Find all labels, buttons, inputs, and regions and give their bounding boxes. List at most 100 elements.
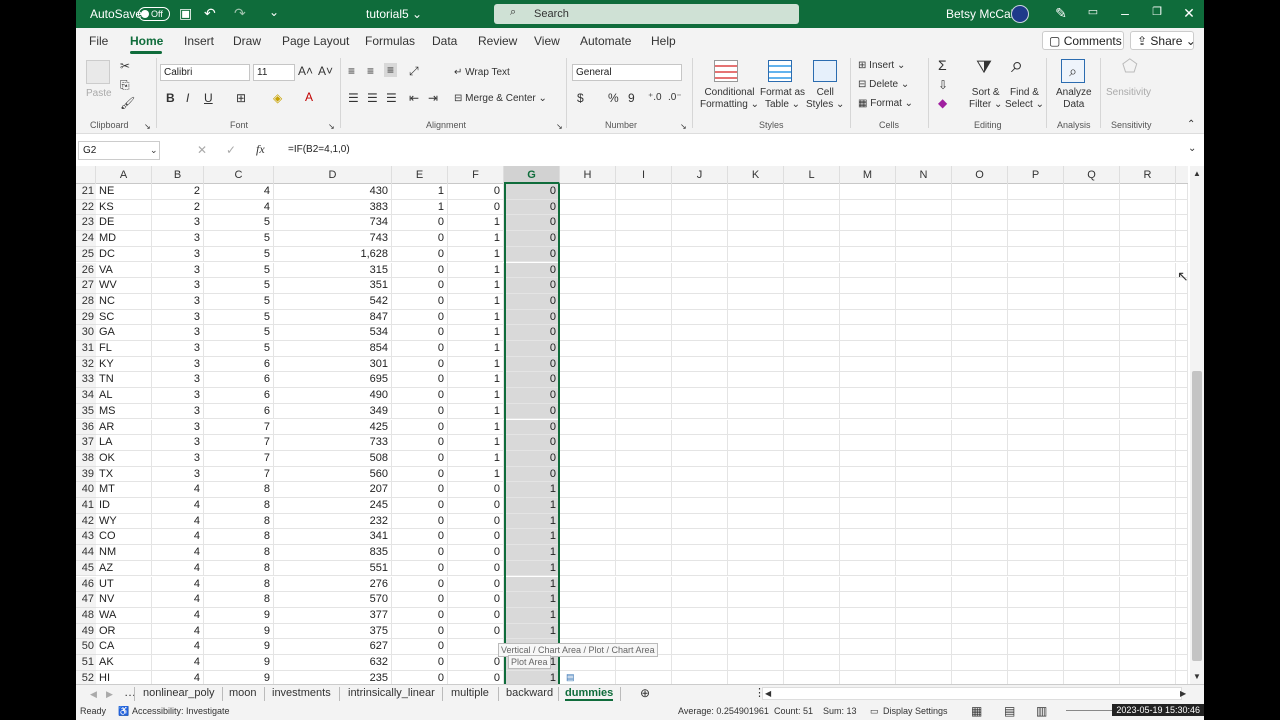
cell-b[interactable]: 4 — [152, 545, 204, 561]
cell-a[interactable]: TN — [96, 372, 152, 389]
cell-g[interactable]: 1 — [504, 513, 560, 530]
normal-view-icon[interactable]: ▦ — [971, 704, 982, 718]
cell-d[interactable]: 743 — [274, 231, 392, 247]
format-cells-button[interactable]: ▦ Format ⌄ — [858, 98, 913, 110]
cell-f[interactable]: 1 — [448, 262, 504, 279]
empty-cells[interactable] — [560, 498, 1188, 514]
cell-f[interactable]: 0 — [448, 607, 504, 624]
delete-cells-button[interactable]: ⊟ Delete ⌄ — [858, 79, 909, 91]
empty-cells[interactable] — [560, 607, 1188, 624]
cell-e[interactable]: 0 — [392, 262, 448, 279]
cell-c[interactable]: 5 — [204, 325, 274, 341]
add-sheet-icon[interactable]: ⊕ — [640, 686, 650, 700]
column-header-e[interactable]: E — [392, 166, 448, 184]
cell-f[interactable]: 1 — [448, 372, 504, 389]
cell-d[interactable]: 835 — [274, 545, 392, 561]
row-header[interactable]: 30 — [76, 325, 96, 341]
cell-e[interactable]: 0 — [392, 607, 448, 624]
cell-f[interactable]: 1 — [448, 325, 504, 341]
cell-d[interactable]: 375 — [274, 623, 392, 640]
cell-b[interactable]: 3 — [152, 372, 204, 389]
row-header[interactable]: 48 — [76, 607, 96, 624]
empty-cells[interactable] — [560, 199, 1188, 216]
cell-c[interactable]: 9 — [204, 639, 274, 655]
empty-cells[interactable] — [560, 419, 1188, 436]
cell-b[interactable]: 3 — [152, 419, 204, 436]
row-header[interactable]: 21 — [76, 184, 96, 200]
autosave-toggle[interactable]: Off — [138, 7, 170, 21]
cell-f[interactable]: 1 — [448, 403, 504, 420]
cell-a[interactable]: AL — [96, 388, 152, 404]
cell-d[interactable]: 315 — [274, 262, 392, 279]
spreadsheet-grid[interactable]: ABCDEFGHIJKLMNOPQR 21 NE 2 4 430 1 0 0 22 KS 2 4 383… — [76, 166, 1188, 684]
cell-c[interactable]: 4 — [204, 184, 274, 200]
cell-b[interactable]: 3 — [152, 403, 204, 420]
row-header[interactable]: 24 — [76, 231, 96, 247]
row-header[interactable]: 43 — [76, 529, 96, 546]
cell-g[interactable]: 0 — [504, 356, 560, 373]
cell-a[interactable]: FL — [96, 341, 152, 357]
column-header-g[interactable]: G — [504, 166, 560, 184]
cell-g[interactable]: 0 — [504, 341, 560, 357]
cell-c[interactable]: 5 — [204, 262, 274, 279]
row-header[interactable]: 29 — [76, 309, 96, 326]
cell-g[interactable]: 1 — [504, 576, 560, 593]
cell-e[interactable]: 0 — [392, 513, 448, 530]
cell-g[interactable]: 1 — [504, 498, 560, 514]
cell-d[interactable]: 733 — [274, 435, 392, 451]
share-button[interactable]: ⇪ Share ⌄ — [1130, 31, 1196, 50]
row-header[interactable]: 26 — [76, 262, 96, 279]
insert-cells-button[interactable]: ⊞ Insert ⌄ — [858, 60, 905, 72]
cell-e[interactable]: 0 — [392, 623, 448, 640]
cell-g[interactable]: 1 — [504, 623, 560, 640]
cell-a[interactable]: NM — [96, 545, 152, 561]
align-center-icon[interactable]: ☰ — [367, 91, 378, 105]
empty-cells[interactable] — [560, 184, 1188, 200]
cell-f[interactable]: 0 — [448, 560, 504, 577]
copy-icon[interactable]: ⎘ — [120, 78, 130, 92]
alignment-dialog-launcher-icon[interactable]: ↘ — [556, 120, 563, 134]
cell-e[interactable]: 0 — [392, 215, 448, 232]
empty-cells[interactable] — [560, 278, 1188, 294]
cell-g[interactable]: 0 — [504, 184, 560, 200]
cell-b[interactable]: 3 — [152, 278, 204, 294]
cell-a[interactable]: AK — [96, 655, 152, 671]
cell-e[interactable]: 0 — [392, 293, 448, 310]
select-all-corner[interactable] — [76, 166, 96, 184]
cell-g[interactable]: 1 — [504, 529, 560, 546]
row-header[interactable]: 35 — [76, 403, 96, 420]
column-header-r[interactable]: R — [1120, 166, 1176, 184]
cell-f[interactable]: 0 — [448, 513, 504, 530]
cell-b[interactable]: 4 — [152, 623, 204, 640]
wrap-text-button[interactable]: ↵ Wrap Text — [454, 67, 510, 79]
row-header[interactable]: 37 — [76, 435, 96, 451]
format-painter-icon[interactable]: 🖌 — [120, 96, 135, 110]
cell-g[interactable]: 0 — [504, 246, 560, 263]
cell-e[interactable]: 0 — [392, 639, 448, 655]
cell-b[interactable]: 4 — [152, 498, 204, 514]
row-header[interactable]: 39 — [76, 466, 96, 483]
orientation-icon[interactable]: ⤢ — [409, 64, 419, 78]
column-header-n[interactable]: N — [896, 166, 952, 184]
row-header[interactable]: 47 — [76, 592, 96, 608]
empty-cells[interactable] — [560, 356, 1188, 373]
cell-d[interactable]: 351 — [274, 278, 392, 294]
cell-f[interactable]: 0 — [448, 655, 504, 671]
cell-d[interactable]: 235 — [274, 670, 392, 684]
cell-d[interactable]: 207 — [274, 482, 392, 498]
cell-d[interactable]: 430 — [274, 184, 392, 200]
cell-b[interactable]: 4 — [152, 560, 204, 577]
column-header-k[interactable]: K — [728, 166, 784, 184]
file-title[interactable]: tutorial5 ⌄ — [366, 7, 422, 21]
bold-icon[interactable]: B — [166, 91, 175, 105]
row-header[interactable]: 42 — [76, 513, 96, 530]
cell-c[interactable]: 8 — [204, 592, 274, 608]
next-sheet-icon[interactable]: ▶ — [106, 687, 113, 701]
cell-a[interactable]: NE — [96, 184, 152, 200]
cell-g[interactable]: 0 — [504, 309, 560, 326]
cell-e[interactable]: 0 — [392, 325, 448, 341]
cell-d[interactable]: 734 — [274, 215, 392, 232]
cell-b[interactable]: 2 — [152, 184, 204, 200]
cell-c[interactable]: 5 — [204, 293, 274, 310]
ribbon-display-icon[interactable]: ▭ — [1082, 5, 1104, 18]
